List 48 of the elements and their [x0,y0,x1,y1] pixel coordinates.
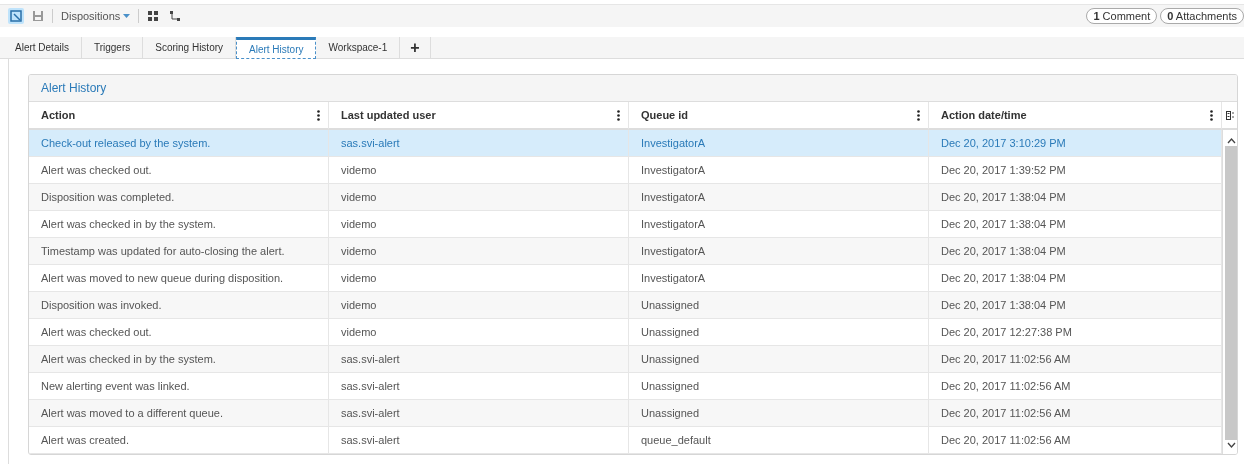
table-cell: videmo [329,292,629,319]
table-cell: Check-out released by the system. [29,130,329,157]
panel-title: Alert History [41,81,107,95]
column-header[interactable]: Last updated user [341,109,436,121]
table-cell: queue_default [629,427,929,454]
table-cell: sas.svi-alert [329,427,629,454]
table-cell: videmo [329,184,629,211]
table-cell: Dec 20, 2017 11:02:56 AM [929,346,1222,373]
table-cell: Disposition was invoked. [29,292,329,319]
table-cell: Alert was created. [29,427,329,454]
table-cell: Alert was moved to a different queue. [29,400,329,427]
column-menu-icon[interactable] [317,109,320,121]
scrollbar-thumb[interactable] [1225,146,1237,440]
tab[interactable]: Alert History [236,37,317,59]
table-cell: Unassigned [629,400,929,427]
table-cell: videmo [329,238,629,265]
table-cell: sas.svi-alert [329,346,629,373]
dispositions-menu[interactable]: Dispositions [59,10,133,22]
table-cell: Unassigned [629,346,929,373]
table-cell: Dec 20, 2017 11:02:56 AM [929,427,1222,454]
count-badge[interactable]: 0 Attachments [1160,8,1244,24]
table-cell: Disposition was completed. [29,184,329,211]
column-header[interactable]: Queue id [641,109,689,121]
table-cell: Dec 20, 2017 1:38:04 PM [929,238,1222,265]
column-header[interactable]: Action [41,109,76,121]
table-cell: InvestigatorA [629,130,929,157]
save-icon[interactable] [30,8,46,24]
caret-icon [123,14,131,18]
column-menu-icon[interactable] [617,109,620,121]
table-cell: Dec 20, 2017 1:38:04 PM [929,292,1222,319]
table-cell: InvestigatorA [629,238,929,265]
count-badge[interactable]: 1 Comment [1086,8,1158,24]
column-menu-icon[interactable] [917,109,920,121]
table-cell: Dec 20, 2017 1:38:04 PM [929,184,1222,211]
column-chooser-icon[interactable] [1225,110,1235,120]
column-header[interactable]: Action date/time [941,109,1027,121]
column-menu-icon[interactable] [1210,109,1213,121]
scroll-down-icon[interactable] [1226,442,1236,448]
scroll-up-icon[interactable] [1226,138,1236,144]
table-cell: sas.svi-alert [329,400,629,427]
table-cell: sas.svi-alert [329,130,629,157]
table-cell: Unassigned [629,292,929,319]
table-cell: InvestigatorA [629,184,929,211]
table-cell: Alert was checked in by the system. [29,346,329,373]
table-cell: Dec 20, 2017 11:02:56 AM [929,400,1222,427]
select-tool-icon[interactable] [8,8,24,24]
table-cell: Timestamp was updated for auto-closing the alert. [29,238,329,265]
table-cell: Dec 20, 2017 3:10:29 PM [929,130,1222,157]
